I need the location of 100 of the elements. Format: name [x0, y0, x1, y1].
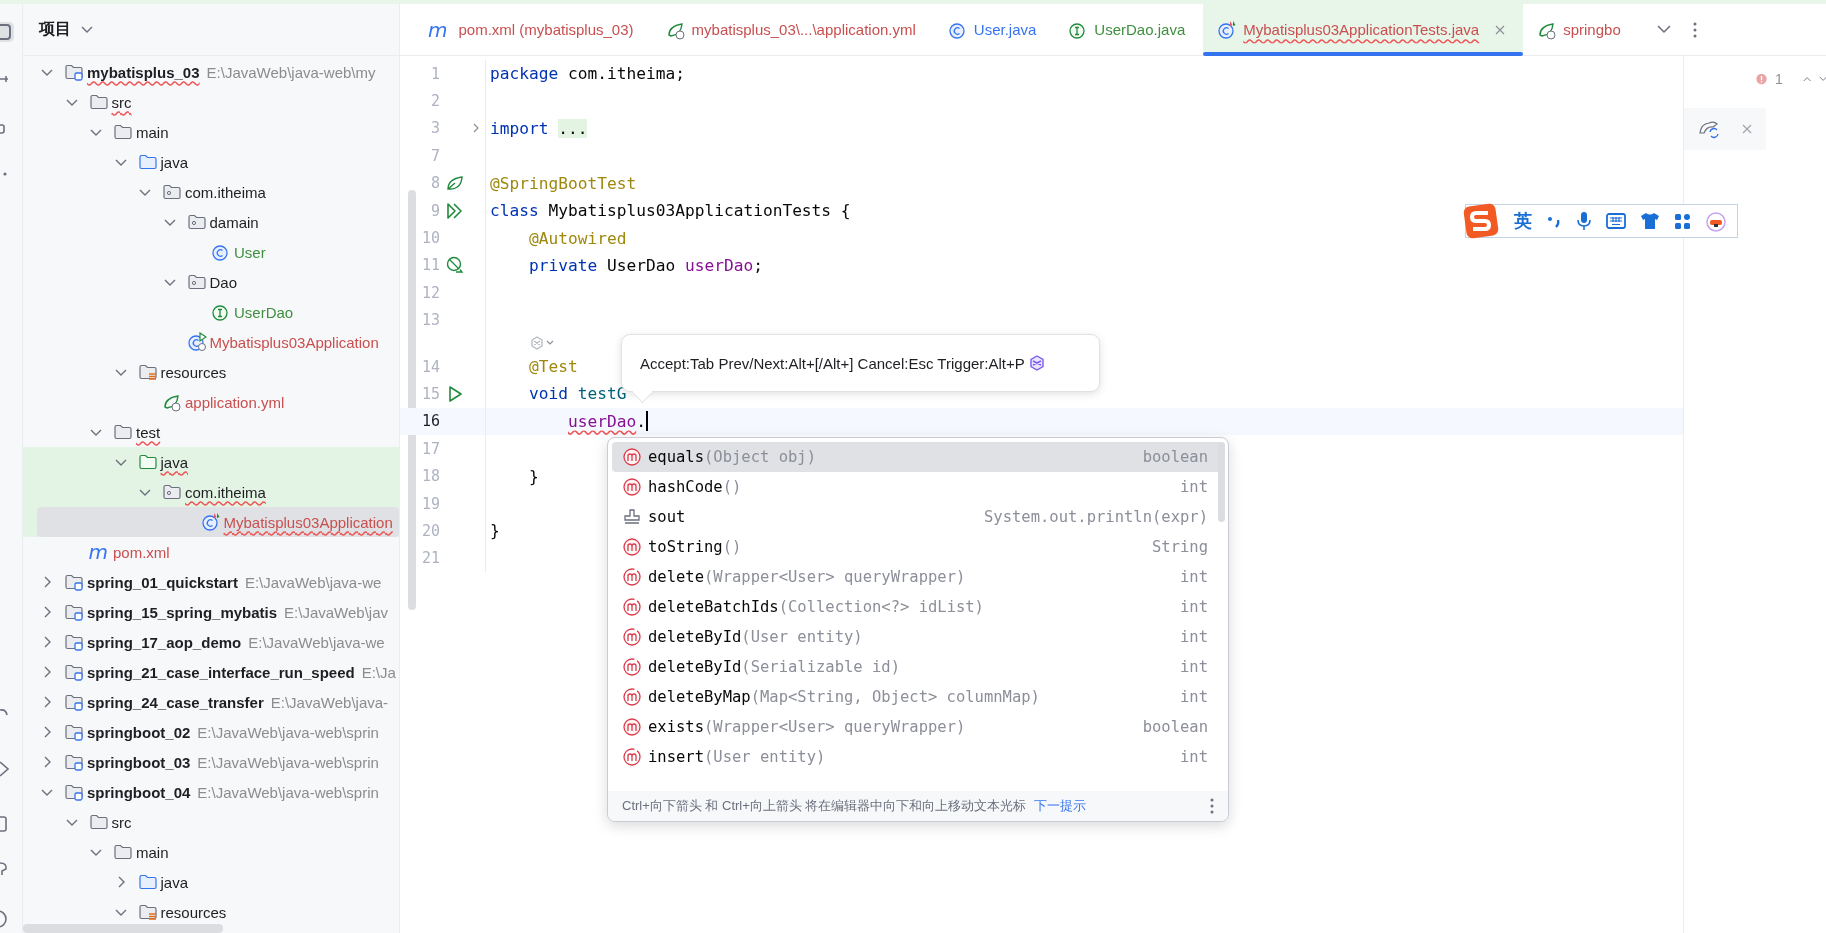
tree-item[interactable]: com.itheima [23, 177, 399, 207]
module-path: E:\JavaWeb\java-web\sprin [197, 783, 379, 801]
module-path: E:\JavaWeb\java-web\sprin [197, 723, 379, 741]
tree-item-label: pom.xml [113, 543, 170, 561]
tree-item[interactable]: java [23, 147, 399, 177]
tree-item[interactable]: spring_17_aop_demo E:\JavaWeb\java-we [23, 627, 399, 657]
module-path: E:\JavaWeb\java-web\my [206, 63, 376, 81]
more-icon[interactable] [1692, 21, 1697, 38]
tree-item-label: resources [160, 903, 227, 921]
line-number: 15 [420, 385, 440, 403]
line-number: 9 [429, 201, 440, 220]
tree-item[interactable]: UserDao [23, 297, 399, 327]
completion-item[interactable]: delete(Wrapper<User> queryWrapper) int [612, 562, 1224, 592]
mascot-icon[interactable] [1705, 210, 1727, 232]
tree-item[interactable]: resources [23, 357, 399, 387]
code-token: } [490, 521, 500, 541]
fold-chevron-icon[interactable] [472, 122, 480, 135]
completion-item[interactable]: exists(Wrapper<User> queryWrapper) boolean [612, 712, 1224, 742]
tree-item[interactable]: test [23, 417, 399, 447]
language-mode[interactable]: 英 [1514, 209, 1532, 233]
tree-item[interactable]: spring_15_spring_mybatis E:\JavaWeb\jav [23, 597, 399, 627]
tree-item[interactable]: Dao [23, 267, 399, 297]
code-token: userDao [567, 411, 637, 431]
tree-item[interactable]: springboot_04 E:\JavaWeb\java-web\sprin [23, 777, 399, 807]
completion-item[interactable]: insert(User entity) int [612, 742, 1224, 772]
stamp-icon [622, 507, 642, 527]
microphone-icon[interactable] [1576, 211, 1592, 231]
tree-item[interactable]: application.yml [23, 387, 399, 417]
tree-item[interactable]: damain [23, 207, 399, 237]
tool-window-icon[interactable] [0, 22, 14, 42]
tree-item[interactable]: com.itheima [23, 477, 399, 507]
code-token: private [529, 255, 598, 275]
run-icon[interactable] [446, 385, 464, 403]
tree-item[interactable]: Mybatisplus03Application [23, 327, 399, 357]
line-number: 2 [429, 92, 440, 111]
tree-item[interactable]: main [23, 837, 399, 867]
chevron-down-icon[interactable] [1656, 25, 1671, 34]
close-icon[interactable] [1742, 124, 1752, 134]
tree-item[interactable]: src [23, 87, 399, 117]
next-tip-link[interactable]: 下一提示 [1034, 797, 1087, 815]
close-icon[interactable] [1495, 24, 1506, 35]
chevron-down-icon[interactable] [1819, 75, 1826, 83]
tree-item[interactable]: springboot_02 E:\JavaWeb\java-web\sprin [23, 717, 399, 747]
editor-tab[interactable]: springbo [1523, 4, 1639, 55]
run-all-icon[interactable] [446, 201, 464, 220]
code-token: testG [577, 384, 627, 404]
editor-tab[interactable]: User.java [933, 4, 1055, 55]
hint-text: Ctrl+向下箭头 和 Ctrl+向上箭头 将在编辑器中向下和向上移动文本光标 [622, 797, 1027, 815]
tree-item[interactable]: mybatisplus_03 E:\JavaWeb\java-web\my [23, 57, 399, 87]
maven-icon: m [428, 19, 448, 40]
panel-title[interactable]: 项目 [39, 19, 71, 40]
tree-item[interactable]: resources [23, 897, 399, 927]
tree-item[interactable]: java [23, 447, 399, 477]
line-number: 11 [420, 256, 440, 275]
tree-item[interactable]: springboot_03 E:\JavaWeb\java-web\sprin [23, 747, 399, 777]
line-number: 17 [420, 439, 440, 458]
sync-icon[interactable] [1698, 119, 1722, 139]
completion-item[interactable]: deleteById(User entity) int [612, 622, 1224, 652]
editor-tab[interactable]: m pom.xml (mybatisplus_03) [414, 4, 652, 55]
line-number: 16 [420, 412, 440, 431]
completion-item[interactable]: deleteById(Serializable id) int [612, 652, 1224, 682]
editor-tab[interactable]: mybatisplus_03\...\application.yml [651, 4, 934, 55]
keyboard-icon[interactable] [1606, 213, 1626, 229]
tree-item[interactable]: spring_01_quickstart E:\JavaWeb\java-we [23, 567, 399, 597]
completion-item[interactable]: deleteBatchIds(Collection<?> idList) int [612, 592, 1224, 622]
grid-icon[interactable] [1674, 212, 1691, 230]
tree-item[interactable]: spring_21_case_interface_run_speed E:\Ja [23, 657, 399, 687]
tree-item-label: mybatisplus_03 [87, 63, 200, 81]
tree-item-label: damain [209, 213, 259, 231]
completion-item[interactable]: deleteByMap(Map<String, Object> columnMap) int [612, 682, 1224, 712]
tree-item[interactable]: main [23, 117, 399, 147]
editor-tab[interactable]: Mybatisplus03ApplicationTests.java [1203, 4, 1524, 55]
bean-icon[interactable] [446, 256, 464, 275]
tree-item[interactable]: spring_24_case_transfer E:\JavaWeb\java- [23, 687, 399, 717]
leaf-icon[interactable] [446, 174, 464, 193]
editor-tab[interactable]: UserDao.java [1054, 4, 1204, 55]
scrollbar-thumb[interactable] [408, 190, 416, 610]
chevron-down-icon[interactable] [81, 25, 93, 34]
tree-item-label: resources [160, 363, 227, 381]
tree-item-label: User [234, 243, 266, 261]
shirt-icon[interactable] [1640, 212, 1660, 230]
tree-item[interactable]: User [23, 237, 399, 267]
completion-item[interactable]: toString() String [612, 532, 1224, 562]
completion-item[interactable]: hashCode() int [612, 472, 1224, 502]
tree-item[interactable]: m pom.xml [23, 537, 399, 567]
tree-item[interactable]: java [23, 867, 399, 897]
tree-item-label: java [160, 153, 189, 171]
scrollbar-thumb[interactable] [1218, 442, 1225, 522]
tree-item-label: springboot_03 [87, 753, 191, 771]
more-icon[interactable] [1210, 798, 1214, 814]
line-number: 8 [429, 174, 440, 193]
code-token: import [490, 118, 550, 138]
tree-item-label: spring_15_spring_mybatis [87, 603, 278, 621]
module-path: E:\JavaWeb\java-web\sprin [197, 753, 379, 771]
scrollbar-thumb[interactable] [23, 924, 223, 933]
completion-item[interactable]: sout System.out.println(expr) [612, 502, 1224, 532]
input-method-logo-icon[interactable] [1462, 202, 1500, 240]
tree-item[interactable]: src [23, 807, 399, 837]
chevron-up-icon[interactable] [1802, 75, 1812, 83]
tree-item-label: spring_24_case_transfer [87, 693, 264, 711]
